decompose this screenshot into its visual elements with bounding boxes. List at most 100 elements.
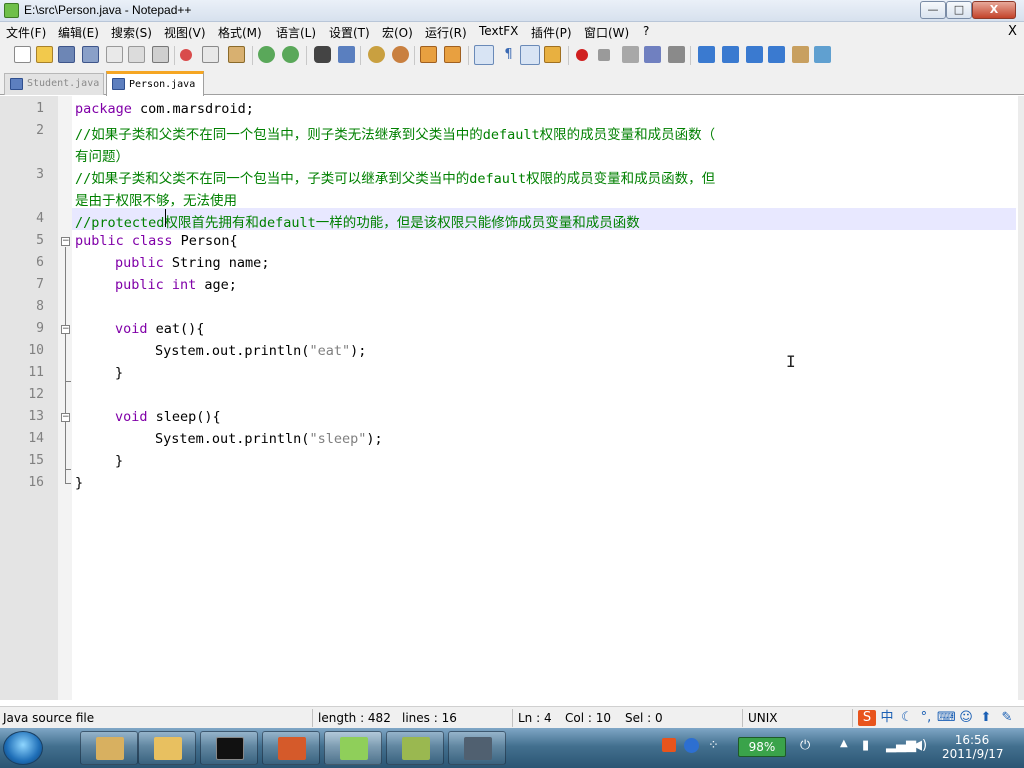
code-line-3-wrap: 是由于权限不够，无法使用 bbox=[75, 193, 237, 209]
maximize-button[interactable]: □ bbox=[946, 1, 972, 19]
help-tray-icon[interactable] bbox=[684, 738, 699, 753]
toggle-icon[interactable] bbox=[792, 46, 809, 63]
tab-label: Student.java bbox=[27, 78, 100, 89]
play-macro-icon[interactable] bbox=[622, 46, 639, 63]
cut-icon[interactable] bbox=[180, 49, 192, 61]
punctuation-icon[interactable]: °, bbox=[918, 710, 934, 726]
new-file-icon[interactable] bbox=[14, 46, 31, 63]
show-all-characters-icon[interactable]: ¶ bbox=[500, 46, 517, 63]
user-language-icon[interactable] bbox=[544, 46, 561, 63]
menu-edit[interactable]: 编辑(E) bbox=[58, 24, 99, 41]
toolbar-separator bbox=[306, 46, 307, 65]
power-plug-icon[interactable]: ⏻ bbox=[800, 738, 810, 753]
code-line-11: } bbox=[115, 365, 124, 381]
menu-textfx[interactable]: TextFX bbox=[479, 24, 518, 38]
code-line-6: public String name; bbox=[115, 255, 270, 271]
menu-window[interactable]: 窗口(W) bbox=[584, 24, 629, 41]
device-tray-icon[interactable]: ▮ bbox=[862, 738, 869, 753]
line-number: 6 bbox=[36, 255, 44, 270]
fold-toggle-icon[interactable]: − bbox=[61, 325, 70, 334]
clock-time: 16:56 bbox=[954, 733, 990, 747]
taskbar-flashlight-app[interactable] bbox=[448, 731, 506, 765]
print-icon[interactable] bbox=[152, 46, 169, 63]
move-up-icon[interactable] bbox=[722, 46, 739, 63]
ime-chinese-mode[interactable]: 中 bbox=[878, 710, 896, 726]
paste-icon[interactable] bbox=[228, 46, 245, 63]
sync-horizontal-icon[interactable] bbox=[444, 46, 461, 63]
toolbox-icon[interactable]: ⬆ bbox=[978, 710, 994, 726]
stop-macro-icon[interactable] bbox=[598, 49, 610, 61]
taskbar-explorer[interactable] bbox=[138, 731, 196, 765]
indent-guide-icon[interactable] bbox=[520, 45, 540, 65]
fold-end bbox=[65, 381, 71, 382]
fold-toggle-icon[interactable]: − bbox=[61, 237, 70, 246]
zoom-out-icon[interactable] bbox=[392, 46, 409, 63]
close-document-button[interactable]: X bbox=[1008, 24, 1017, 39]
undo-icon[interactable] bbox=[258, 46, 275, 63]
zoom-in-icon[interactable] bbox=[368, 46, 385, 63]
start-button[interactable] bbox=[3, 731, 43, 765]
run-macro-multiple-icon[interactable] bbox=[644, 46, 661, 63]
sync-vertical-icon[interactable] bbox=[420, 46, 437, 63]
code-line-1: package com.marsdroid; bbox=[75, 101, 254, 117]
volume-icon[interactable]: ◀) bbox=[912, 738, 927, 753]
code-line-4: //protected权限首先拥有和default一样的功能，但是该权限只能修饰… bbox=[75, 215, 640, 231]
save-icon[interactable] bbox=[58, 46, 75, 63]
word-wrap-icon[interactable] bbox=[474, 45, 494, 65]
redo-icon[interactable] bbox=[282, 46, 299, 63]
status-lines: lines : 16 bbox=[402, 711, 457, 725]
code-editor[interactable]: 1 2 3 4 5 6 7 8 9 10 11 12 13 14 15 16 −… bbox=[0, 96, 1020, 700]
clock[interactable]: 16:56 2011/9/17 bbox=[942, 733, 1004, 761]
record-macro-icon[interactable] bbox=[576, 49, 588, 61]
menu-plugins[interactable]: 插件(P) bbox=[531, 24, 572, 41]
status-column: Col : 10 bbox=[565, 711, 611, 725]
status-separator bbox=[852, 709, 853, 727]
taskbar-cmd[interactable] bbox=[200, 731, 258, 765]
vertical-scrollbar[interactable] bbox=[1018, 96, 1024, 700]
tab-person-java[interactable]: Person.java bbox=[106, 71, 204, 96]
line-number: 2 bbox=[36, 123, 44, 138]
close-file-icon[interactable] bbox=[106, 46, 123, 63]
menu-view[interactable]: 视图(V) bbox=[164, 24, 206, 41]
taskbar-notepadpp[interactable] bbox=[324, 731, 382, 765]
show-hidden-icons-icon[interactable]: ▲ bbox=[840, 738, 848, 749]
toolbar-separator bbox=[252, 46, 253, 65]
menu-help[interactable]: ? bbox=[643, 24, 649, 38]
collapse-icon[interactable] bbox=[698, 46, 715, 63]
menu-language[interactable]: 语言(L) bbox=[276, 24, 316, 41]
taskbar-explorer-settings[interactable] bbox=[80, 731, 138, 765]
skin-icon[interactable]: ☺ bbox=[958, 710, 974, 726]
menu-search[interactable]: 搜索(S) bbox=[111, 24, 152, 41]
fold-line bbox=[65, 247, 66, 483]
tab-student-java[interactable]: Student.java bbox=[4, 73, 104, 95]
close-button[interactable]: X bbox=[972, 1, 1016, 19]
menu-settings[interactable]: 设置(T) bbox=[329, 24, 370, 41]
fold-toggle-icon[interactable]: − bbox=[61, 413, 70, 422]
sogou-tray-icon[interactable] bbox=[662, 738, 676, 752]
battery-indicator[interactable]: 98% bbox=[738, 737, 786, 757]
menu-macro[interactable]: 宏(O) bbox=[382, 24, 413, 41]
copy-icon[interactable] bbox=[202, 46, 219, 63]
tray-chevron-icon[interactable]: ⁘ bbox=[708, 738, 719, 753]
taskbar-screen-recorder[interactable] bbox=[386, 731, 444, 765]
menu-format[interactable]: 格式(M) bbox=[218, 24, 262, 41]
find-icon[interactable] bbox=[314, 46, 331, 63]
moon-icon[interactable]: ☾ bbox=[899, 710, 915, 726]
save-all-icon[interactable] bbox=[82, 46, 99, 63]
menu-run[interactable]: 运行(R) bbox=[425, 24, 467, 41]
expand-icon[interactable] bbox=[768, 46, 785, 63]
menu-file[interactable]: 文件(F) bbox=[6, 24, 46, 41]
close-all-icon[interactable] bbox=[128, 46, 145, 63]
minimize-button[interactable]: — bbox=[920, 1, 946, 19]
open-file-icon[interactable] bbox=[36, 46, 53, 63]
settings-wrench-icon[interactable]: ✎ bbox=[998, 710, 1016, 726]
keyboard-icon[interactable]: ⌨ bbox=[937, 710, 956, 726]
taskbar-powerpoint[interactable] bbox=[262, 731, 320, 765]
toolbar-separator bbox=[468, 46, 469, 65]
file-icon bbox=[112, 78, 125, 90]
save-macro-icon[interactable] bbox=[668, 46, 685, 63]
replace-icon[interactable] bbox=[338, 46, 355, 63]
move-down-icon[interactable] bbox=[746, 46, 763, 63]
spell-check-icon[interactable] bbox=[814, 46, 831, 63]
sogou-ime-icon[interactable]: S bbox=[858, 710, 876, 726]
